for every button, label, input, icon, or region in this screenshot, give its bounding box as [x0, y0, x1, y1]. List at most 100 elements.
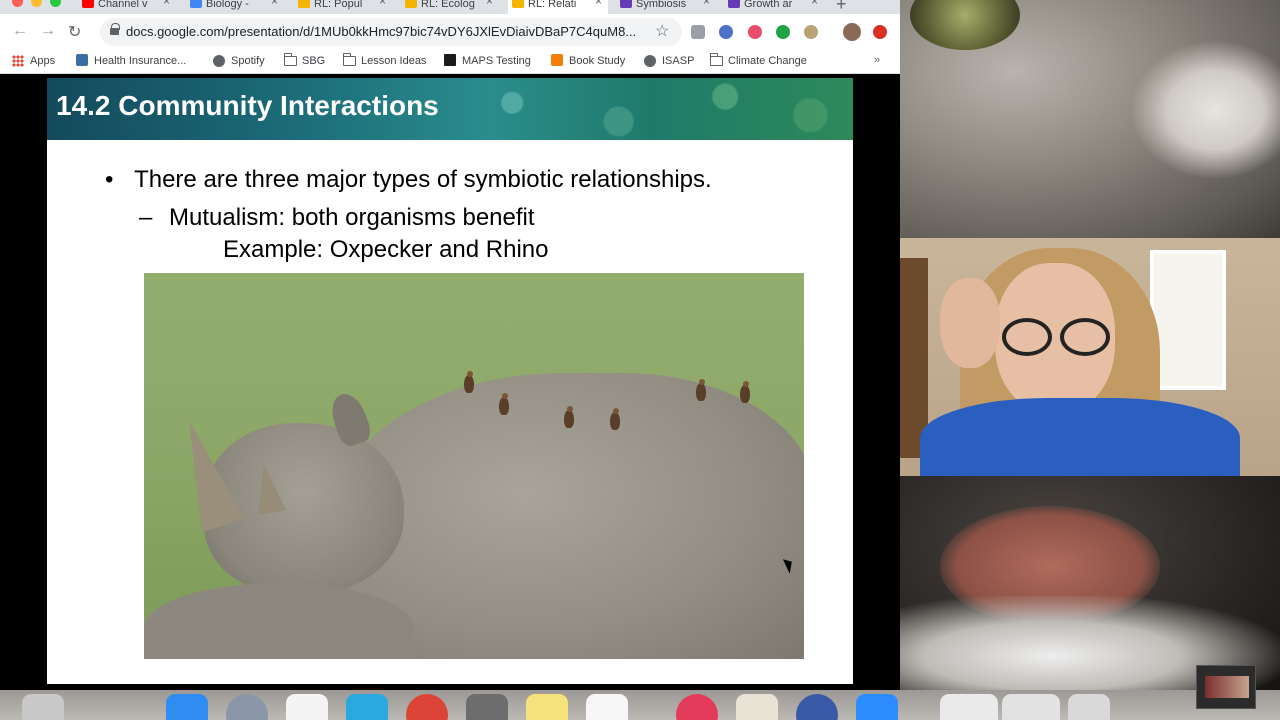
folder-icon [710, 53, 723, 66]
tab-rl-relati[interactable]: RL: Relati × [508, 0, 608, 14]
close-window-button[interactable] [12, 0, 23, 7]
slides-icon [298, 0, 310, 8]
blogger-icon [551, 54, 563, 66]
back-arrow-icon[interactable]: ← [12, 22, 28, 40]
globe-icon [213, 55, 225, 67]
window-shape [1150, 250, 1226, 390]
google-icon [190, 0, 202, 8]
tab-rl-popul[interactable]: RL: Popul × [294, 0, 392, 14]
url-text: docs.google.com/presentation/d/1MUb0kkHm… [126, 24, 637, 39]
slides-icon [512, 0, 524, 8]
chrome-icon[interactable] [406, 694, 448, 720]
screen-share-thumbnail[interactable] [1196, 665, 1256, 709]
address-bar[interactable]: docs.google.com/presentation/d/1MUb0kkHm… [100, 18, 682, 46]
finder-icon[interactable] [166, 694, 208, 720]
tab-growth[interactable]: Growth ar × [724, 0, 824, 14]
bookmark-health-insurance[interactable]: Health Insurance... [76, 54, 187, 67]
close-icon[interactable]: × [271, 0, 278, 7]
bookmark-book-study[interactable]: Book Study [551, 54, 626, 67]
oxpecker-bird [499, 393, 509, 415]
bookmark-sbg[interactable]: SBG [284, 53, 326, 67]
tab-label: RL: Ecolog [421, 0, 475, 10]
sub-bullet-marker: – [139, 204, 153, 231]
oxpecker-bird [564, 406, 574, 428]
document-thumbnail-icon[interactable] [940, 694, 998, 720]
slide-title: 14.2 Community Interactions [56, 90, 439, 121]
example-text: Example: Oxpecker and Rhino [223, 236, 549, 263]
oxpecker-bird [610, 408, 620, 430]
maximize-window-button[interactable] [50, 0, 61, 7]
slides-icon [405, 0, 417, 8]
extension-icon[interactable] [873, 25, 887, 39]
bookmark-label: ISASP [662, 55, 695, 67]
presentation-stage: 14.2 Community Interactions • There are … [0, 78, 900, 690]
reload-icon[interactable]: ↻ [68, 22, 81, 42]
trash-icon[interactable] [1068, 694, 1110, 720]
bookmark-maps-testing[interactable]: MAPS Testing [444, 54, 531, 67]
bookmark-label: SBG [302, 55, 326, 67]
zoom-icon[interactable] [856, 694, 898, 720]
tab-label: Symbiosis [636, 0, 687, 10]
glasses-shape [1000, 318, 1110, 356]
document-thumbnail-icon[interactable] [1002, 694, 1060, 720]
forward-arrow-icon[interactable]: → [40, 22, 56, 40]
launchpad-icon[interactable] [226, 694, 268, 720]
screen: Channel v × Biology - × RL: Popul × RL: … [0, 0, 1280, 720]
system-preferences-icon[interactable] [466, 694, 508, 720]
minimize-window-button[interactable] [31, 0, 42, 7]
bookmark-label: Climate Change [728, 55, 807, 67]
close-icon[interactable]: × [811, 0, 818, 7]
extension-icon[interactable] [776, 25, 790, 39]
bookmark-isasp[interactable]: ISASP [644, 55, 694, 67]
tab-label: Growth ar [744, 0, 793, 10]
forms-icon [620, 0, 632, 8]
app-icon[interactable] [346, 694, 388, 720]
finder-drive-icon[interactable] [22, 694, 64, 720]
tab-symbiosis[interactable]: Symbiosis × [616, 0, 716, 14]
tab-channel[interactable]: Channel v × [78, 0, 176, 14]
bookmark-label: Health Insurance... [94, 55, 187, 67]
bookmark-climate-change[interactable]: Climate Change [710, 53, 807, 67]
bookmark-label: Book Study [569, 55, 626, 67]
mail-stamp-icon[interactable] [736, 694, 778, 720]
close-icon[interactable]: × [595, 0, 602, 7]
tab-rl-ecolog[interactable]: RL: Ecolog × [401, 0, 499, 14]
lock-icon [110, 23, 120, 37]
browser-toolbar: ← → ↻ docs.google.com/presentation/d/1MU… [0, 14, 900, 50]
apps-grid-icon [12, 55, 24, 67]
maps-icon [444, 54, 456, 66]
bookmark-star-icon[interactable]: ☆ [655, 21, 669, 41]
hand-shape [940, 278, 1000, 368]
close-icon[interactable]: × [703, 0, 710, 7]
new-tab-button[interactable]: + [836, 0, 847, 15]
extension-icon[interactable] [719, 25, 733, 39]
stickies-icon[interactable] [526, 694, 568, 720]
photos-icon[interactable] [586, 694, 628, 720]
bookmark-label: Lesson Ideas [361, 55, 427, 67]
rhino-oxpecker-photo [144, 273, 804, 659]
music-icon[interactable] [676, 694, 718, 720]
bookmarks-bar: Apps Health Insurance... Spotify SBG Les… [0, 50, 900, 74]
profile-avatar[interactable] [843, 23, 861, 41]
bookmark-spotify[interactable]: Spotify [213, 55, 265, 67]
tab-biology[interactable]: Biology - × [186, 0, 284, 14]
health-icon [76, 54, 88, 66]
app-icon[interactable] [796, 694, 838, 720]
bookmark-label: Spotify [231, 55, 265, 67]
extension-icon[interactable] [804, 25, 818, 39]
close-icon[interactable]: × [163, 0, 170, 7]
more-bookmarks-button[interactable]: » [874, 54, 880, 66]
bookmark-apps[interactable]: Apps [12, 55, 55, 67]
youtube-icon [82, 0, 94, 8]
close-icon[interactable]: × [486, 0, 493, 7]
globe-icon [644, 55, 656, 67]
tab-label: Biology - [206, 0, 249, 10]
bookmark-lesson-ideas[interactable]: Lesson Ideas [343, 53, 427, 67]
bookmark-label: MAPS Testing [462, 55, 531, 67]
oxpecker-bird [464, 371, 474, 393]
extension-icon[interactable] [748, 25, 762, 39]
close-icon[interactable]: × [379, 0, 386, 7]
extension-icon[interactable] [691, 25, 705, 39]
tab-label: Channel v [98, 0, 148, 10]
calendar-icon[interactable] [286, 694, 328, 720]
